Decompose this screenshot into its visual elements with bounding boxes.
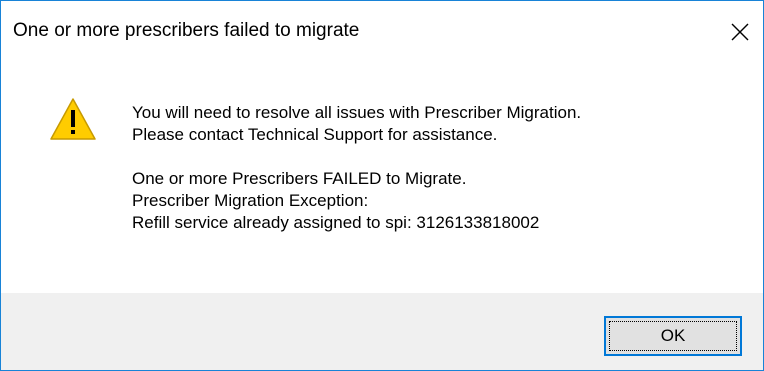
- close-button[interactable]: [717, 1, 763, 63]
- message-line: You will need to resolve all issues with…: [132, 103, 582, 122]
- message-line: Prescriber Migration Exception:: [132, 191, 369, 210]
- message-dialog: One or more prescribers failed to migrat…: [0, 0, 764, 371]
- dialog-message: You will need to resolve all issues with…: [132, 102, 581, 234]
- ok-button[interactable]: OK: [604, 316, 742, 356]
- ok-button-label: OK: [609, 321, 737, 351]
- dialog-title: One or more prescribers failed to migrat…: [13, 20, 360, 41]
- warning-icon: [50, 98, 96, 140]
- message-line: One or more Prescribers FAILED to Migrat…: [132, 169, 467, 188]
- message-line: Refill service already assigned to spi: …: [132, 213, 540, 232]
- message-line: Please contact Technical Support for ass…: [132, 125, 498, 144]
- dialog-footer: OK: [1, 293, 763, 370]
- title-bar[interactable]: One or more prescribers failed to migrat…: [1, 1, 763, 63]
- close-icon: [731, 23, 749, 41]
- dialog-content: You will need to resolve all issues with…: [1, 63, 763, 293]
